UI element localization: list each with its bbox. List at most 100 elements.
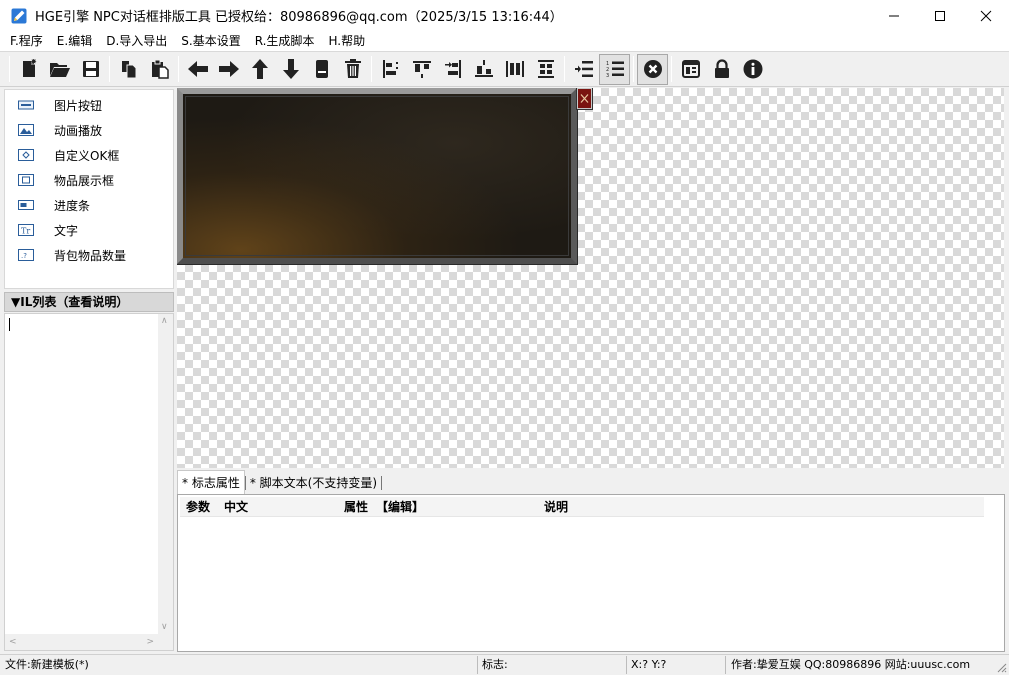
wil-list[interactable]: ∧ ∨ < >: [4, 313, 174, 651]
toolbar-separator: [371, 56, 372, 82]
properties-panel: * 标志属性 * 脚本文本(不支持变量) 参数 中文 属性 【编辑】 说明: [177, 470, 1005, 652]
window-title: HGE引擎 NPC对话框排版工具 已授权给：80986896@qq.com（20…: [35, 10, 563, 25]
property-grid[interactable]: 参数 中文 属性 【编辑】 说明: [177, 494, 1005, 652]
widget-label: 物品展示框: [54, 173, 115, 188]
close-circle-icon[interactable]: [637, 53, 668, 85]
save-icon[interactable]: [75, 54, 106, 85]
status-author: 作者:挚爱互娱 QQ:80986896 网站:uuusc.com: [731, 658, 971, 671]
align-left-icon[interactable]: [375, 54, 406, 85]
widget-item-image-button[interactable]: 图片按钮: [5, 95, 173, 115]
new-file-icon[interactable]: [13, 54, 44, 85]
arrow-right-icon[interactable]: [213, 54, 244, 85]
open-folder-icon[interactable]: [44, 54, 75, 85]
align-bottom-icon[interactable]: [468, 54, 499, 85]
tab-flag-properties[interactable]: * 标志属性: [177, 470, 245, 494]
svg-text:.?: .?: [21, 252, 27, 260]
toolbar: 123: [0, 51, 1009, 87]
widget-item-progress-bar[interactable]: 进度条: [5, 195, 173, 215]
column-header-edit[interactable]: 【编辑】: [376, 497, 424, 517]
item-display-icon: [17, 173, 35, 187]
distribute-h-icon[interactable]: [499, 54, 530, 85]
lock-icon[interactable]: [706, 54, 737, 85]
indent-icon[interactable]: [568, 54, 599, 85]
menu-generate-script[interactable]: R.生成脚本: [248, 31, 322, 51]
menu-settings[interactable]: S.基本设置: [174, 31, 247, 51]
dialog-close-button[interactable]: [576, 88, 593, 110]
wil-list-header[interactable]: ▼IL列表（查看说明）: [4, 292, 174, 312]
left-panel: 图片按钮 动画播放 自定义OK框 物品展示框 进度条 Tr 文字 .? 背包物品…: [4, 89, 174, 652]
distribute-v-icon[interactable]: [530, 54, 561, 85]
maximize-button[interactable]: [917, 0, 963, 31]
image-button-icon: [17, 98, 35, 112]
close-window-button[interactable]: [963, 0, 1009, 31]
align-top-icon[interactable]: [406, 54, 437, 85]
grid-header: 参数 中文 属性 【编辑】 说明: [180, 497, 984, 517]
animation-icon: [17, 123, 35, 137]
menu-program[interactable]: F.程序: [3, 31, 50, 51]
widget-label: 文字: [54, 223, 79, 238]
copy-icon[interactable]: [113, 54, 144, 85]
column-header-description[interactable]: 说明: [544, 497, 568, 517]
menu-edit[interactable]: E.编辑: [50, 31, 99, 51]
progress-bar-icon: [17, 198, 35, 212]
status-bar: 文件:新建模板(*) 标志: X:? Y:? 作者:挚爱互娱 QQ:809868…: [0, 654, 1009, 675]
widget-label: 自定义OK框: [54, 148, 120, 163]
align-right-icon[interactable]: [437, 54, 468, 85]
menu-help[interactable]: H.帮助: [321, 31, 372, 51]
scroll-left-icon[interactable]: <: [9, 637, 17, 647]
minimize-button[interactable]: [871, 0, 917, 31]
widget-item-animation[interactable]: 动画播放: [5, 120, 173, 140]
title-bar: HGE引擎 NPC对话框排版工具 已授权给：80986896@qq.com（20…: [0, 0, 1009, 31]
svg-text:Tr: Tr: [21, 227, 30, 236]
tab-divider: [381, 476, 383, 490]
toolbar-separator: [564, 56, 565, 82]
widget-label: 背包物品数量: [54, 248, 127, 263]
arrow-left-icon[interactable]: [182, 54, 213, 85]
scroll-down-icon[interactable]: ∨: [161, 622, 168, 632]
svg-text:3: 3: [606, 73, 609, 79]
column-header-attribute[interactable]: 属性: [344, 497, 368, 517]
widget-item-bag-item-count[interactable]: .? 背包物品数量: [5, 245, 173, 265]
arrow-up-icon[interactable]: [244, 54, 275, 85]
dialog-inner-border: [185, 96, 569, 256]
wil-vertical-scrollbar[interactable]: ∧ ∨: [158, 314, 173, 634]
resize-grip-icon[interactable]: [995, 661, 1007, 673]
tab-script-text[interactable]: * 脚本文本(不支持变量): [246, 472, 381, 494]
scroll-corner: [158, 634, 173, 650]
toolbar-separator: [633, 56, 634, 82]
info-icon[interactable]: [737, 54, 768, 85]
status-file: 文件:新建模板(*): [2, 656, 478, 674]
app-pencil-icon: [11, 8, 27, 24]
widget-label: 进度条: [54, 198, 91, 213]
scroll-right-icon[interactable]: >: [146, 637, 154, 647]
status-coordinates: X:? Y:?: [628, 656, 726, 674]
menu-bar: F.程序 E.编辑 D.导入导出 S.基本设置 R.生成脚本 H.帮助: [0, 31, 1009, 51]
widget-item-item-display[interactable]: 物品展示框: [5, 170, 173, 190]
status-flag: 标志:: [479, 656, 627, 674]
close-icon: [580, 94, 589, 103]
property-tabs: * 标志属性 * 脚本文本(不支持变量): [177, 470, 383, 494]
scroll-up-icon[interactable]: ∧: [161, 316, 168, 326]
design-canvas[interactable]: [177, 88, 1004, 468]
arrow-down-icon[interactable]: [275, 54, 306, 85]
layout-icon[interactable]: [675, 54, 706, 85]
widget-item-text[interactable]: Tr 文字: [5, 220, 173, 240]
bag-item-count-icon: .?: [17, 248, 35, 262]
paste-icon[interactable]: [144, 54, 175, 85]
clear-icon[interactable]: [306, 54, 337, 85]
menu-import-export[interactable]: D.导入导出: [99, 31, 174, 51]
npc-dialog-preview[interactable]: [177, 88, 578, 265]
wil-horizontal-scrollbar[interactable]: < >: [5, 634, 158, 650]
widget-item-custom-ok-box[interactable]: 自定义OK框: [5, 145, 173, 165]
trash-icon[interactable]: [337, 54, 368, 85]
toolbar-separator: [671, 56, 672, 82]
widget-label: 图片按钮: [54, 98, 103, 113]
text-icon: Tr: [17, 223, 35, 237]
toolbar-separator: [9, 56, 10, 82]
numbered-list-icon[interactable]: 123: [599, 53, 630, 85]
widget-list: 图片按钮 动画播放 自定义OK框 物品展示框 进度条 Tr 文字 .? 背包物品…: [4, 89, 174, 289]
column-header-chinese[interactable]: 中文: [224, 497, 248, 517]
toolbar-separator: [178, 56, 179, 82]
text-caret: [9, 318, 10, 331]
column-header-param[interactable]: 参数: [186, 497, 210, 517]
